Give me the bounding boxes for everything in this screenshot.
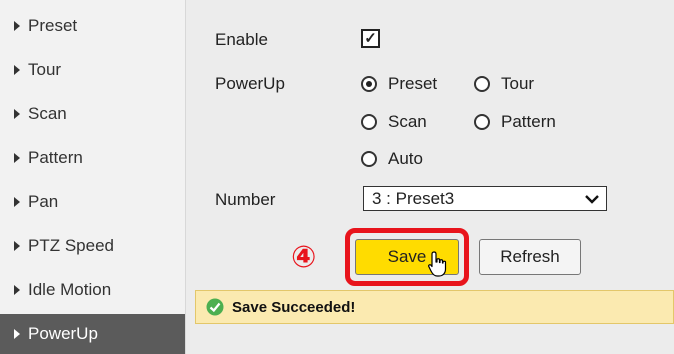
triangle-right-icon [14, 153, 20, 163]
radio-checked-icon [361, 76, 377, 92]
radio-tour[interactable]: Tour [474, 74, 534, 94]
radio-unchecked-icon [474, 114, 490, 130]
powerup-label: PowerUp [215, 74, 285, 93]
sidebar-item-label: Pattern [28, 148, 83, 167]
sidebar-item-pattern[interactable]: Pattern [0, 138, 185, 178]
refresh-button-label: Refresh [500, 247, 560, 266]
sidebar-item-pan[interactable]: Pan [0, 182, 185, 222]
enable-checkbox[interactable]: ✓ [361, 29, 380, 48]
hand-cursor-icon [428, 251, 447, 277]
radio-pattern[interactable]: Pattern [474, 112, 556, 132]
sidebar-item-label: Tour [28, 60, 62, 79]
radio-unchecked-icon [474, 76, 490, 92]
number-select-value: 3 : Preset3 [372, 188, 455, 208]
number-select[interactable]: 3 : Preset3 [363, 186, 607, 211]
triangle-right-icon [14, 109, 20, 119]
status-banner: Save Succeeded! [195, 290, 674, 324]
save-button-label: Save [387, 247, 427, 266]
sidebar-item-preset[interactable]: Preset [0, 6, 185, 46]
triangle-right-icon [14, 197, 20, 207]
sidebar-item-ptz-speed[interactable]: PTZ Speed [0, 226, 185, 266]
number-label: Number [215, 190, 276, 209]
success-check-icon [206, 298, 224, 316]
sidebar-item-label: Scan [28, 104, 67, 123]
triangle-right-icon [14, 329, 20, 339]
sidebar-item-powerup[interactable]: PowerUp [0, 314, 185, 354]
radio-auto-label: Auto [388, 149, 423, 168]
radio-preset[interactable]: Preset [361, 74, 437, 94]
checkmark-icon: ✓ [364, 30, 377, 47]
radio-auto[interactable]: Auto [361, 149, 423, 169]
sidebar-item-label: Preset [28, 16, 78, 35]
enable-label: Enable [215, 30, 268, 49]
radio-unchecked-icon [361, 151, 377, 167]
radio-preset-label: Preset [388, 74, 438, 93]
step-marker: ④ [291, 240, 317, 275]
triangle-right-icon [14, 241, 20, 251]
triangle-right-icon [14, 285, 20, 295]
radio-tour-label: Tour [501, 74, 535, 93]
refresh-button[interactable]: Refresh [479, 239, 581, 275]
triangle-right-icon [14, 65, 20, 75]
sidebar-item-scan[interactable]: Scan [0, 94, 185, 134]
sidebar-item-idle-motion[interactable]: Idle Motion [0, 270, 185, 310]
sidebar-item-label: PowerUp [28, 324, 98, 343]
sidebar-item-label: Pan [28, 192, 59, 211]
radio-pattern-label: Pattern [501, 112, 556, 131]
sidebar-item-tour[interactable]: Tour [0, 50, 185, 90]
triangle-right-icon [14, 21, 20, 31]
sidebar-item-label: Idle Motion [28, 280, 112, 299]
status-message: Save Succeeded! [232, 298, 356, 316]
sidebar-item-label: PTZ Speed [28, 236, 114, 255]
radio-scan-label: Scan [388, 112, 427, 131]
main-panel: Enable ✓ PowerUp Preset Tour Scan Patter… [187, 0, 674, 354]
chevron-down-icon [585, 195, 599, 204]
radio-scan[interactable]: Scan [361, 112, 427, 132]
radio-unchecked-icon [361, 114, 377, 130]
sidebar: Preset Tour Scan Pattern Pan PTZ Speed I… [0, 0, 186, 354]
